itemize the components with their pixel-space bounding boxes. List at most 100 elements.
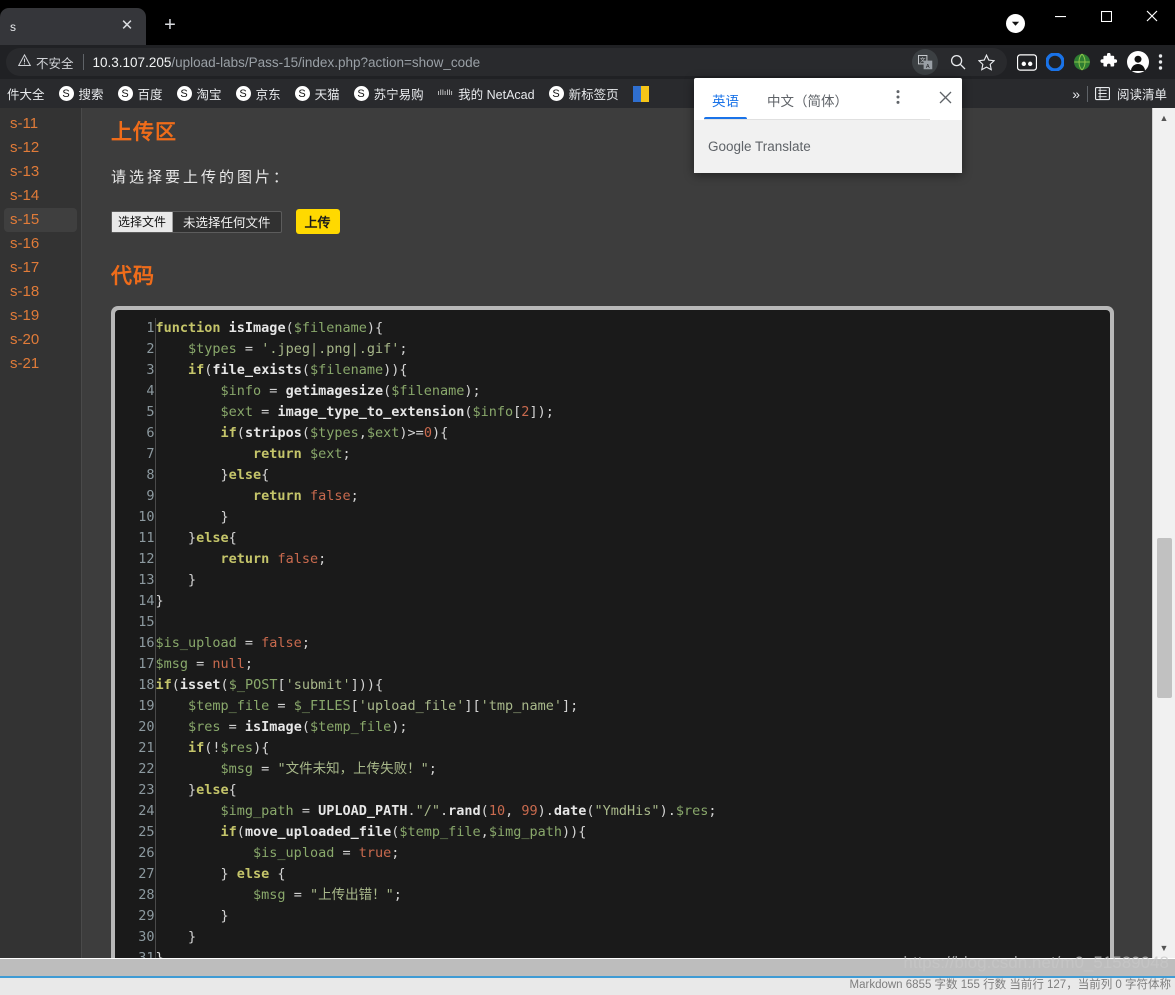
code-line-content[interactable]: } bbox=[155, 591, 1110, 612]
profile-avatar-icon[interactable] bbox=[1127, 51, 1149, 73]
sidebar-item-s-11[interactable]: s-11 bbox=[4, 112, 77, 136]
code-line-content[interactable]: $msg = "文件未知，上传失败！"; bbox=[155, 759, 1110, 780]
code-token: function bbox=[155, 320, 221, 336]
code-line-content[interactable]: $msg = null; bbox=[155, 654, 1110, 675]
code-line-content[interactable]: $is_upload = false; bbox=[155, 633, 1110, 654]
reading-list-icon[interactable] bbox=[1094, 86, 1110, 101]
sidebar-item-s-14[interactable]: s-14 bbox=[4, 184, 77, 208]
code-line-content[interactable]: }else{ bbox=[155, 528, 1110, 549]
bookmark-item[interactable]: S 淘宝 bbox=[170, 82, 229, 105]
code-line-content[interactable]: $ext = image_type_to_extension($info[2])… bbox=[155, 402, 1110, 423]
code-line: 25 if(move_uploaded_file($temp_file,$img… bbox=[115, 822, 1110, 843]
code-token: { bbox=[228, 530, 237, 546]
sidebar-item-s-20[interactable]: s-20 bbox=[4, 328, 77, 352]
tab-target-language[interactable]: 中文（简体） bbox=[753, 79, 862, 120]
bookmark-item[interactable]: S 百度 bbox=[111, 82, 170, 105]
code-token: $types bbox=[188, 341, 237, 357]
code-block[interactable]: 1 function isImage($filename){2 $types = … bbox=[115, 310, 1110, 958]
goo-extension-icon[interactable] bbox=[1017, 53, 1037, 71]
page-content: 上传区 请选择要上传的图片： 选择文件 未选择任何文件 上传 代码 1 funct… bbox=[83, 108, 1152, 958]
code-token: } bbox=[155, 572, 197, 588]
code-line-content[interactable]: $res = isImage($temp_file); bbox=[155, 717, 1110, 738]
close-button[interactable] bbox=[1129, 0, 1175, 32]
code-line-content[interactable]: if(stripos($types,$ext)>=0){ bbox=[155, 423, 1110, 444]
code-token: $img_path bbox=[220, 803, 294, 819]
vertical-scroll-thumb[interactable] bbox=[1157, 538, 1172, 698]
new-tab-icon[interactable]: + bbox=[156, 12, 184, 40]
code-token: . bbox=[407, 803, 416, 819]
bookmark-item[interactable] bbox=[626, 84, 661, 104]
green-globe-extension-icon[interactable] bbox=[1073, 53, 1091, 71]
code-line-content[interactable]: if(file_exists($filename)){ bbox=[155, 360, 1110, 381]
code-line-content[interactable] bbox=[155, 612, 1110, 633]
star-icon[interactable] bbox=[978, 53, 995, 71]
bookmark-item[interactable]: S 京东 bbox=[229, 82, 288, 105]
puzzle-extensions-icon[interactable] bbox=[1100, 53, 1118, 71]
blue-circle-extension-icon[interactable] bbox=[1046, 53, 1064, 71]
bookmark-item[interactable]: S 天猫 bbox=[288, 82, 347, 105]
three-dot-menu-icon[interactable] bbox=[890, 89, 906, 109]
code-line-content[interactable]: $img_path = UPLOAD_PATH."/".rand(10, 99)… bbox=[155, 801, 1110, 822]
translate-icon[interactable]: 文 A bbox=[912, 49, 938, 75]
code-line-content[interactable]: }else{ bbox=[155, 465, 1110, 486]
code-line-content[interactable]: if(!$res){ bbox=[155, 738, 1110, 759]
close-icon[interactable]: ✕ bbox=[118, 17, 136, 36]
omnibox-divider bbox=[82, 54, 84, 70]
sidebar-item-s-18[interactable]: s-18 bbox=[4, 280, 77, 304]
sidebar-item-s-12[interactable]: s-12 bbox=[4, 136, 77, 160]
sidebar-item-s-19[interactable]: s-19 bbox=[4, 304, 77, 328]
code-line-content[interactable]: $temp_file = $_FILES['upload_file']['tmp… bbox=[155, 696, 1110, 717]
code-line-content[interactable]: $is_upload = true; bbox=[155, 843, 1110, 864]
code-line-content[interactable]: if(isset($_POST['submit'])){ bbox=[155, 675, 1110, 696]
bookmarks-bar-right: » 阅读清单 bbox=[1072, 82, 1175, 105]
code-line: 18 if(isset($_POST['submit'])){ bbox=[115, 675, 1110, 696]
bookmark-item[interactable]: S 新标签页 bbox=[542, 82, 626, 105]
code-line-content[interactable]: if(move_uploaded_file($temp_file,$img_pa… bbox=[155, 822, 1110, 843]
code-line-content[interactable]: } else { bbox=[155, 864, 1110, 885]
code-line-content[interactable]: return false; bbox=[155, 549, 1110, 570]
bookmark-item[interactable]: 件大全 bbox=[0, 82, 52, 105]
search-icon[interactable] bbox=[950, 54, 966, 70]
browser-tab[interactable]: s ✕ bbox=[0, 8, 146, 45]
page-vertical-scrollbar[interactable]: ▲ ▼ bbox=[1152, 108, 1175, 958]
code-line-content[interactable]: return false; bbox=[155, 486, 1110, 507]
sidebar-item-s-21[interactable]: s-21 bbox=[4, 352, 77, 376]
bookmarks-overflow-icon[interactable]: » bbox=[1072, 86, 1080, 102]
sidebar-item-s-17[interactable]: s-17 bbox=[4, 256, 77, 280]
sidebar-item-s-16[interactable]: s-16 bbox=[4, 232, 77, 256]
scroll-up-arrow-icon[interactable]: ▲ bbox=[1153, 108, 1175, 128]
code-line-content[interactable]: } bbox=[155, 570, 1110, 591]
code-line-content[interactable]: return $ext; bbox=[155, 444, 1110, 465]
code-line-number: 27 bbox=[115, 864, 156, 885]
browser-toolbar: 不安全 10.3.107.205 /upload-labs/Pass-15/in… bbox=[0, 45, 1175, 79]
upload-prompt-label: 请选择要上传的图片： bbox=[111, 169, 292, 186]
close-icon[interactable] bbox=[933, 91, 958, 108]
code-line-content[interactable]: }else{ bbox=[155, 780, 1110, 801]
code-line-content[interactable]: } bbox=[155, 507, 1110, 528]
reading-list-label-wrap[interactable]: 阅读清单 bbox=[1117, 82, 1167, 105]
code-token: $info bbox=[220, 383, 262, 399]
code-line-content[interactable]: } bbox=[155, 927, 1110, 948]
code-line-content[interactable]: $msg = "上传出错！"; bbox=[155, 885, 1110, 906]
minimize-button[interactable] bbox=[1037, 0, 1083, 32]
code-line-content[interactable]: $types = '.jpeg|.png|.gif'; bbox=[155, 339, 1110, 360]
three-dot-menu-icon[interactable] bbox=[1158, 53, 1163, 71]
globe-icon: S bbox=[294, 86, 310, 101]
choose-file-button[interactable]: 选择文件 bbox=[112, 211, 174, 232]
bookmark-item[interactable]: S 搜索 bbox=[52, 82, 111, 105]
code-line-content[interactable]: } bbox=[155, 906, 1110, 927]
maximize-button[interactable] bbox=[1083, 0, 1129, 32]
tab-source-language[interactable]: 英语 bbox=[698, 79, 753, 120]
sidebar-item-s-13[interactable]: s-13 bbox=[4, 160, 77, 184]
download-chevron-icon[interactable] bbox=[1006, 14, 1025, 33]
upload-button[interactable]: 上传 bbox=[295, 209, 340, 234]
address-bar[interactable]: 不安全 10.3.107.205 /upload-labs/Pass-15/in… bbox=[6, 48, 1007, 76]
bookmark-item[interactable]: S 苏宁易购 bbox=[347, 82, 431, 105]
code-line-content[interactable]: $info = getimagesize($filename); bbox=[155, 381, 1110, 402]
code-token: $msg bbox=[220, 761, 254, 777]
file-input[interactable]: 选择文件 未选择任何文件 bbox=[111, 210, 282, 233]
bookmark-item[interactable]: ıllıllı 我的 NetAcad bbox=[431, 82, 542, 105]
sidebar-item-s-15[interactable]: s-15 bbox=[4, 208, 77, 232]
code-line-content[interactable]: function isImage($filename){ bbox=[155, 318, 1110, 339]
